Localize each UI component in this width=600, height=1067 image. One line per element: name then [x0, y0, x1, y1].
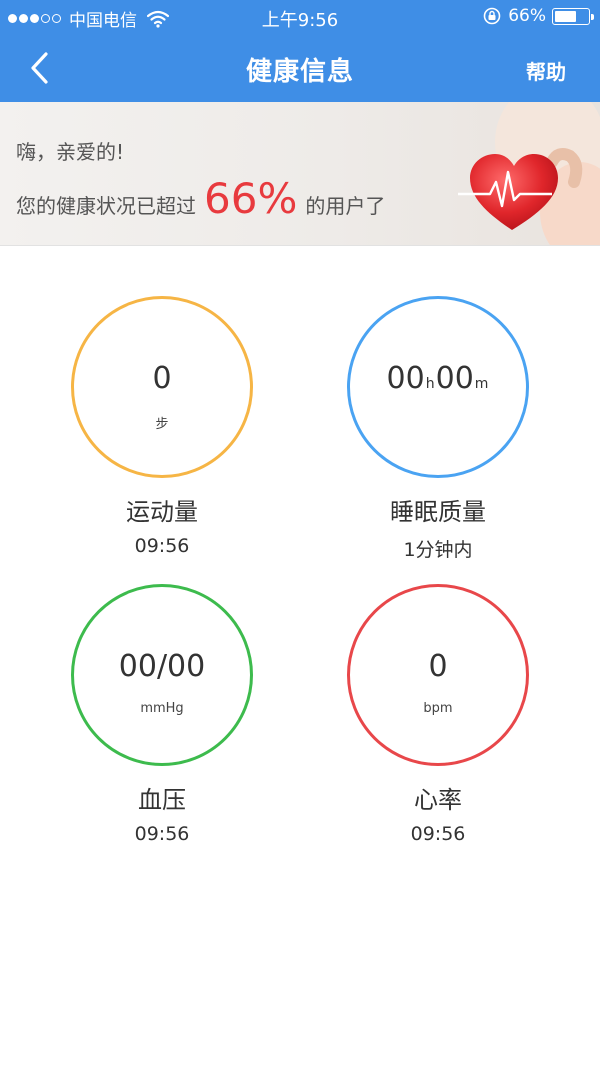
- blood-pressure-ring[interactable]: 00/00 mmHg: [71, 584, 253, 766]
- heart-rate-value: 0: [428, 649, 448, 684]
- sleep-minutes: 00: [435, 361, 474, 396]
- steps-label: 运动量: [126, 498, 198, 526]
- banner-prefix: 您的健康状况已超过: [16, 194, 196, 218]
- sleep-hours-unit: h: [425, 376, 435, 392]
- sleep-hours: 00: [386, 361, 425, 396]
- status-bar: 中国电信 上午9:56 66%: [0, 0, 600, 34]
- rotation-lock-icon: [483, 7, 501, 25]
- steps-ring[interactable]: 0 步: [71, 296, 253, 478]
- banner-summary: 您的健康状况已超过 66% 的用户了: [16, 174, 385, 223]
- page-title: 健康信息: [245, 57, 354, 87]
- heart-rate-time: 09:56: [410, 823, 466, 845]
- battery-icon: [552, 7, 594, 25]
- sleep-ring[interactable]: 00 h 00 m: [347, 296, 529, 478]
- heart-rate-unit: bpm: [423, 701, 453, 716]
- sleep-minutes-unit: m: [474, 376, 489, 392]
- blood-pressure-value: 00/00: [118, 649, 206, 684]
- blood-pressure-unit: mmHg: [140, 701, 184, 716]
- blood-pressure-time: 09:56: [134, 823, 190, 845]
- steps-value: 0: [152, 361, 172, 396]
- steps-time: 09:56: [134, 535, 190, 557]
- nav-bar: 健康信息 帮助: [0, 34, 600, 102]
- battery-percent: 66%: [508, 6, 546, 26]
- heart-rate-label: 心率: [414, 786, 462, 814]
- heart-rate-ring[interactable]: 0 bpm: [347, 584, 529, 766]
- banner-suffix: 的用户了: [305, 194, 386, 218]
- health-banner: 嗨，亲爱的! 您的健康状况已超过 66% 的用户了: [0, 102, 600, 246]
- sleep-label: 睡眠质量: [390, 498, 486, 526]
- sleep-metric: 00 h 00 m 睡眠质量 1分钟内: [300, 296, 576, 562]
- heart-with-pulse-icon: [458, 102, 600, 245]
- banner-percent: 66%: [204, 174, 298, 223]
- help-button[interactable]: 帮助: [526, 56, 566, 85]
- blood-pressure-metric: 00/00 mmHg 血压 09:56: [24, 584, 300, 845]
- status-right: 66%: [482, 6, 594, 26]
- sleep-time: 1分钟内: [403, 539, 473, 561]
- banner-greeting: 嗨，亲爱的!: [16, 140, 125, 164]
- steps-unit: 步: [155, 417, 169, 432]
- blood-pressure-label: 血压: [138, 786, 186, 814]
- sleep-value: 00 h 00 m: [350, 361, 526, 396]
- heart-rate-metric: 0 bpm 心率 09:56: [300, 584, 576, 845]
- steps-metric: 0 步 运动量 09:56: [24, 296, 300, 557]
